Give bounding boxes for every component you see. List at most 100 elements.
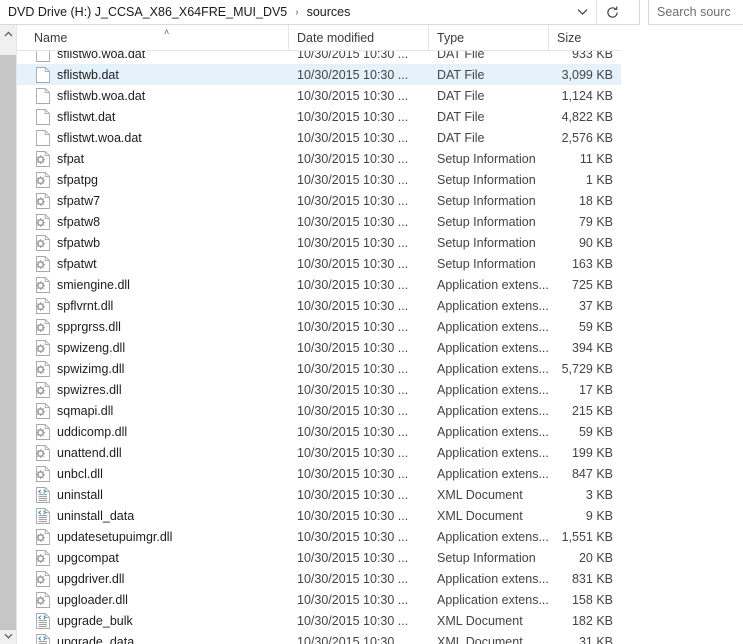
file-name-cell[interactable]: upgcompat (17, 549, 289, 566)
file-name-cell[interactable]: sfpatwt (17, 255, 289, 272)
file-name-cell[interactable]: sqmapi.dll (17, 402, 289, 419)
file-name-cell[interactable]: sfpatw8 (17, 213, 289, 230)
file-row[interactable]: spflvrnt.dll 10/30/2015 10:30 ... Applicat… (17, 295, 621, 316)
dll-icon (36, 570, 50, 587)
file-name-cell[interactable]: uninstall (17, 486, 289, 503)
file-row[interactable]: sfpatw7 10/30/2015 10:30 ... Setup Informa… (17, 190, 621, 211)
file-date-modified-cell: 10/30/2015 10:30 ... (297, 130, 409, 145)
breadcrumb-item-drive[interactable]: DVD Drive (H:) J_CCSA_X86_X64FRE_MUI_DV5 (0, 5, 288, 19)
file-name-cell[interactable]: sfpatwb (17, 234, 289, 251)
search-input[interactable]: Search sourc (648, 0, 743, 25)
file-name-label: upgcompat (57, 550, 119, 565)
file-name-cell[interactable]: sflistwb.woa.dat (17, 87, 289, 104)
file-row[interactable]: updatesetupuimgr.dll 10/30/2015 10:30 ...… (17, 526, 621, 547)
scrollbar-thumb[interactable] (0, 55, 16, 630)
blank-file-icon (36, 129, 50, 146)
blank-file-icon (36, 51, 50, 62)
column-header-size[interactable]: Size (549, 25, 621, 50)
column-header-type[interactable]: Type (429, 25, 549, 50)
file-name-cell[interactable]: upgrade_bulk (17, 612, 289, 629)
file-row[interactable]: spwizeng.dll 10/30/2015 10:30 ... Applicat… (17, 337, 621, 358)
file-name-label: spflvrnt.dll (57, 298, 114, 313)
breadcrumb[interactable]: DVD Drive (H:) J_CCSA_X86_X64FRE_MUI_DV5… (0, 0, 640, 25)
file-name-label: uddicomp.dll (57, 424, 128, 439)
file-name-cell[interactable]: sflistwt.woa.dat (17, 129, 289, 146)
file-row[interactable]: sfpatwb 10/30/2015 10:30 ... Setup Informa… (17, 232, 621, 253)
file-name-cell[interactable]: sfpatw7 (17, 192, 289, 209)
file-type-cell: Setup Information (437, 214, 536, 229)
file-date-modified-cell: 10/30/2015 10:30 ... (297, 109, 409, 124)
file-row[interactable]: unattend.dll 10/30/2015 10:30 ... Applicat… (17, 442, 621, 463)
file-size-cell: 3 KB (585, 487, 613, 502)
file-date-modified-cell: 10/30/2015 10:30 ... (297, 361, 409, 376)
file-name-cell[interactable]: spprgrss.dll (17, 318, 289, 335)
file-date-modified-cell: 10/30/2015 10:30 ... (297, 487, 409, 502)
file-name-label: updatesetupuimgr.dll (57, 529, 173, 544)
file-row[interactable]: uddicomp.dll 10/30/2015 10:30 ... Applicat… (17, 421, 621, 442)
chevron-down-icon[interactable] (569, 0, 595, 24)
file-name-cell[interactable]: sflistwo.woa.dat (17, 51, 289, 62)
file-name-cell[interactable]: sflistwb.dat (17, 66, 289, 83)
file-type-cell: Application extens... (437, 382, 549, 397)
file-type-cell: Application extens... (437, 277, 549, 292)
file-row[interactable]: sflistwb.woa.dat 10/30/2015 10:30 ... DAT … (17, 85, 621, 106)
file-name-cell[interactable]: spflvrnt.dll (17, 297, 289, 314)
file-row[interactable]: sflistwt.dat 10/30/2015 10:30 ... DAT File… (17, 106, 621, 127)
file-name-cell[interactable]: uddicomp.dll (17, 423, 289, 440)
column-header-type-label: Type (437, 30, 465, 45)
file-size-cell: 1,124 KB (561, 88, 613, 103)
setup-info-icon (36, 150, 50, 167)
file-name-cell[interactable]: sfpat (17, 150, 289, 167)
file-name-cell[interactable]: unbcl.dll (17, 465, 289, 482)
file-row[interactable]: uninstall 10/30/2015 10:30 ... XML Documen… (17, 484, 621, 505)
file-row[interactable]: unbcl.dll 10/30/2015 10:30 ... Application… (17, 463, 621, 484)
file-name-cell[interactable]: spwizimg.dll (17, 360, 289, 377)
file-name-label: sflistwb.dat (57, 67, 119, 82)
file-name-cell[interactable]: sflistwt.dat (17, 108, 289, 125)
file-name-cell[interactable]: unattend.dll (17, 444, 289, 461)
refresh-icon[interactable] (596, 0, 627, 24)
file-row[interactable]: sflistwo.woa.dat 10/30/2015 10:30 ... DAT … (17, 51, 621, 64)
file-row[interactable]: spwizres.dll 10/30/2015 10:30 ... Applicat… (17, 379, 621, 400)
breadcrumb-item-sources[interactable]: sources (306, 5, 352, 19)
file-row[interactable]: sfpat 10/30/2015 10:30 ... Setup Informati… (17, 148, 621, 169)
file-name-cell[interactable]: spwizres.dll (17, 381, 289, 398)
file-row[interactable]: upgloader.dll 10/30/2015 10:30 ... Applica… (17, 589, 621, 610)
file-name-cell[interactable]: upgdriver.dll (17, 570, 289, 587)
file-name-cell[interactable]: updatesetupuimgr.dll (17, 528, 289, 545)
scrollbar-down-chevron-icon[interactable] (0, 627, 16, 644)
file-name-label: sfpatw8 (57, 214, 101, 229)
file-row[interactable]: uninstall_data 10/30/2015 10:30 ... XML Do… (17, 505, 621, 526)
file-row[interactable]: upgrade_data 10/30/2015 10:30 ... XML Docu… (17, 631, 621, 644)
file-row[interactable]: sqmapi.dll 10/30/2015 10:30 ... Applicatio… (17, 400, 621, 421)
file-size-cell: 18 KB (578, 193, 613, 208)
file-row[interactable]: spprgrss.dll 10/30/2015 10:30 ... Applicat… (17, 316, 621, 337)
file-size-cell: 11 KB (579, 151, 613, 166)
file-list[interactable]: sflistwo.woa.dat 10/30/2015 10:30 ... DAT … (17, 51, 621, 644)
column-header-name[interactable]: Name ˄ (17, 25, 289, 50)
file-row[interactable]: sfpatwt 10/30/2015 10:30 ... Setup Informa… (17, 253, 621, 274)
file-row[interactable]: sfpatpg 10/30/2015 10:30 ... Setup Informa… (17, 169, 621, 190)
file-row[interactable]: sflistwt.woa.dat 10/30/2015 10:30 ... DAT … (17, 127, 621, 148)
file-name-label: unbcl.dll (57, 466, 103, 481)
file-row[interactable]: sflistwb.dat 10/30/2015 10:30 ... DAT File… (17, 64, 621, 85)
file-name-cell[interactable]: smiengine.dll (17, 276, 289, 293)
vertical-scrollbar[interactable] (0, 25, 17, 644)
file-date-modified-cell: 10/30/2015 10:30 ... (297, 424, 409, 439)
file-type-cell: DAT File (437, 130, 485, 145)
file-row[interactable]: spwizimg.dll 10/30/2015 10:30 ... Applicat… (17, 358, 621, 379)
file-row[interactable]: smiengine.dll 10/30/2015 10:30 ... Applica… (17, 274, 621, 295)
file-name-cell[interactable]: sfpatpg (17, 171, 289, 188)
file-name-cell[interactable]: uninstall_data (17, 507, 289, 524)
blank-file-icon (36, 108, 50, 125)
file-row[interactable]: upgrade_bulk 10/30/2015 10:30 ... XML Docu… (17, 610, 621, 631)
file-row[interactable]: sfpatw8 10/30/2015 10:30 ... Setup Informa… (17, 211, 621, 232)
file-name-cell[interactable]: upgrade_data (17, 633, 289, 644)
column-header-date-modified[interactable]: Date modified (289, 25, 429, 50)
scrollbar-up-chevron-icon[interactable] (0, 25, 16, 42)
file-row[interactable]: upgcompat 10/30/2015 10:30 ... Setup Infor… (17, 547, 621, 568)
file-row[interactable]: upgdriver.dll 10/30/2015 10:30 ... Applica… (17, 568, 621, 589)
file-name-cell[interactable]: upgloader.dll (17, 591, 289, 608)
file-date-modified-cell: 10/30/2015 10:30 ... (297, 382, 409, 397)
file-name-cell[interactable]: spwizeng.dll (17, 339, 289, 356)
